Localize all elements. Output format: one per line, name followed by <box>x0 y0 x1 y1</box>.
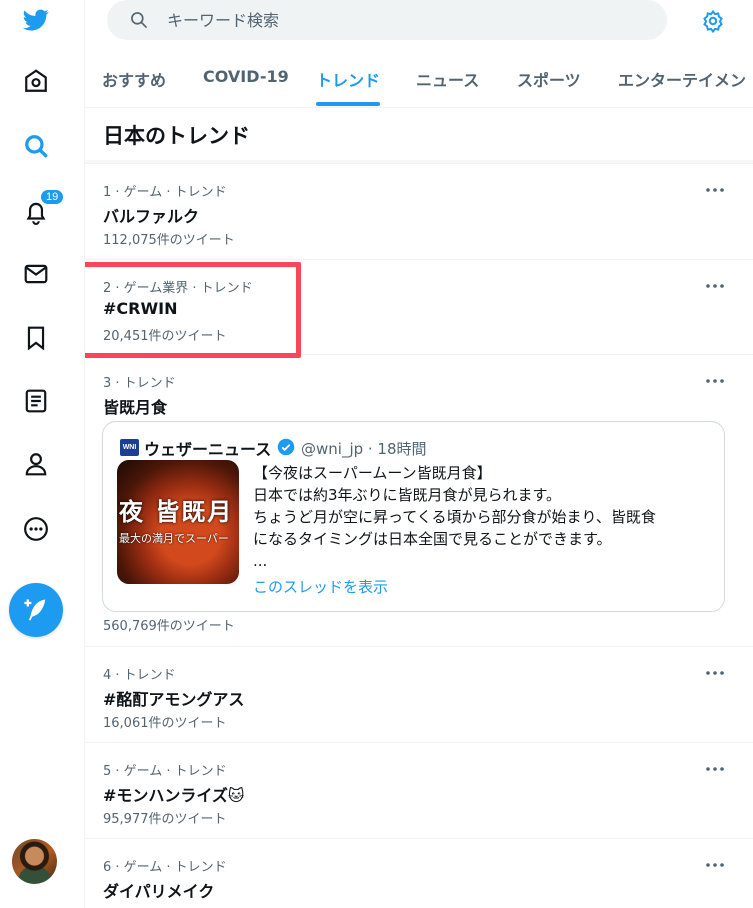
trend-count: 20,451件のツイート <box>103 329 227 344</box>
notification-badge: 19 <box>39 188 66 206</box>
trend-item[interactable]: 6 · ゲーム · トレンド ダイパリメイク <box>85 839 753 908</box>
trend-meta: 6 · ゲーム · トレンド <box>103 860 227 875</box>
feather-plus-icon <box>24 599 46 621</box>
tweet-handle-time: @wni_jp · 18時間 <box>301 440 427 458</box>
home-icon[interactable] <box>14 59 58 103</box>
search-icon[interactable] <box>14 124 58 168</box>
tweet-line: ちょうど月が空に昇ってくる頃から部分食が始まり、皆既食 <box>253 508 656 526</box>
tweet-line: ... <box>253 552 268 570</box>
section-title: 日本のトレンド <box>103 124 250 148</box>
more-options-icon[interactable] <box>701 371 729 391</box>
trend-item[interactable]: 1 · ゲーム · トレンド バルファルク 112,075件のツイート <box>85 165 753 260</box>
person-icon[interactable] <box>14 442 58 486</box>
trend-name: バルファルク <box>103 207 200 226</box>
trend-count: 95,977件のツイート <box>103 812 227 827</box>
trend-name: #モンハンライズ🐱 <box>103 786 245 805</box>
explore-tabs: おすすめ COVID-19 トレンド ニュース スポーツ エンターテイメン <box>85 50 753 108</box>
settings-gear-button[interactable] <box>698 6 728 36</box>
more-options-icon[interactable] <box>701 855 729 875</box>
trend-name: #酩酊アモングアス <box>103 690 245 709</box>
bell-icon[interactable]: 19 <box>14 188 66 234</box>
tab-trending[interactable]: トレンド <box>316 50 381 108</box>
verified-badge-icon <box>277 438 295 456</box>
trend-meta: 3 · トレンド <box>103 376 176 391</box>
tweet-text: 【今夜はスーパームーン皆既月食】 日本では約3年ぶりに皆既月食が見られます。 ち… <box>253 462 715 572</box>
tweet-line: 日本では約3年ぶりに皆既月食が見られます。 <box>253 486 562 504</box>
more-circle-icon[interactable] <box>14 507 58 551</box>
weathernews-logo: WNI <box>120 439 139 456</box>
mail-icon[interactable] <box>14 252 58 296</box>
more-options-icon[interactable] <box>701 759 729 779</box>
trend-name: 皆既月食 <box>103 398 168 417</box>
divider <box>85 160 753 164</box>
tab-sports[interactable]: スポーツ <box>517 50 581 108</box>
thumb-title: 夜 皆既月 <box>119 497 234 526</box>
search-input[interactable] <box>167 10 607 30</box>
trend-meta: 1 · ゲーム · トレンド <box>103 185 227 200</box>
more-options-icon[interactable] <box>701 180 729 200</box>
bookmark-icon[interactable] <box>14 316 58 360</box>
tab-covid19[interactable]: COVID-19 <box>203 50 289 108</box>
list-icon[interactable] <box>14 379 58 423</box>
app-window: 19 おすすめ COVID-19 <box>0 0 753 908</box>
trend-count: 560,769件のツイート <box>103 619 235 634</box>
sidebar: 19 <box>0 0 85 908</box>
embedded-tweet-card[interactable]: WNI ウェザーニュース @wni_jp · 18時間 夜 皆既月 最大の満月で… <box>102 421 725 612</box>
trend-count: 112,075件のツイート <box>103 233 235 248</box>
trend-name: #CRWIN <box>103 299 178 318</box>
trend-name: ダイパリメイク <box>103 882 215 901</box>
trend-item[interactable]: 4 · トレンド #酩酊アモングアス 16,061件のツイート <box>85 647 753 743</box>
trend-meta: 4 · トレンド <box>103 668 176 683</box>
compose-tweet-button[interactable] <box>9 583 63 637</box>
show-thread-link[interactable]: このスレッドを表示 <box>253 576 388 597</box>
trend-item[interactable]: 5 · ゲーム · トレンド #モンハンライズ🐱 95,977件のツイート <box>85 743 753 839</box>
tab-recommended[interactable]: おすすめ <box>102 50 166 108</box>
tab-news[interactable]: ニュース <box>416 50 479 108</box>
tweet-media-thumbnail[interactable]: 夜 皆既月 最大の満月でスーパー <box>117 460 239 584</box>
more-options-icon[interactable] <box>701 663 729 683</box>
more-options-icon[interactable] <box>701 276 729 296</box>
thumb-subtitle: 最大の満月でスーパー <box>119 532 229 545</box>
trend-meta: 2 · ゲーム業界 · トレンド <box>103 281 253 296</box>
gear-icon <box>703 9 723 33</box>
twitter-logo-icon[interactable] <box>14 0 58 42</box>
trend-count: 16,061件のツイート <box>103 716 227 731</box>
search-icon <box>131 12 147 28</box>
tab-entertainment[interactable]: エンターテイメン <box>618 50 746 108</box>
trend-meta: 5 · ゲーム · トレンド <box>103 764 227 779</box>
active-tab-indicator <box>316 102 381 106</box>
main-column: おすすめ COVID-19 トレンド ニュース スポーツ エンターテイメン 日本… <box>85 0 753 908</box>
tweet-account-name[interactable]: ウェザーニュース <box>144 436 271 460</box>
avatar[interactable] <box>12 839 57 884</box>
tweet-line: 【今夜はスーパームーン皆既月食】 <box>253 464 492 482</box>
trend-item[interactable]: 2 · ゲーム業界 · トレンド #CRWIN 20,451件のツイート <box>85 260 753 355</box>
tweet-line: になるタイミングは日本全国で見ることができます。 <box>253 530 612 548</box>
search-bar[interactable] <box>107 0 667 40</box>
